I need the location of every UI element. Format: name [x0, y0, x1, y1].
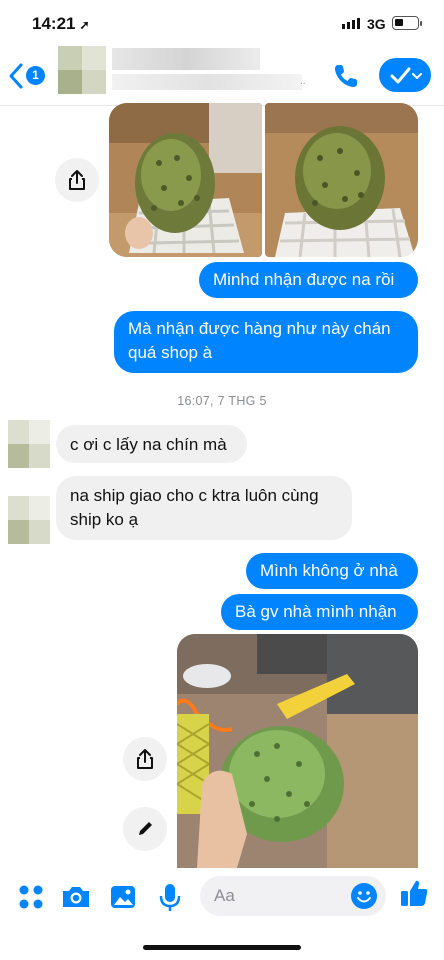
camera-button[interactable]	[59, 880, 93, 914]
share-icon	[137, 749, 153, 769]
contact-name-redacted[interactable]	[112, 48, 260, 70]
gallery-icon	[111, 886, 135, 908]
clock: 14:21 ➚	[32, 14, 90, 33]
message-composer: Aa	[0, 868, 444, 928]
back-chevron-icon	[9, 63, 23, 89]
battery-icon	[392, 16, 422, 30]
network-type: 3G	[367, 16, 386, 32]
thumbs-up-button[interactable]	[397, 876, 431, 910]
outgoing-message[interactable]: Minhd nhận được na rồi	[199, 262, 418, 298]
location-arrow-icon: ➚	[79, 18, 90, 32]
voice-button[interactable]	[153, 880, 187, 914]
outgoing-message[interactable]: Bà gv nhà mình nhận	[221, 594, 418, 630]
done-button[interactable]	[379, 58, 431, 92]
message-input[interactable]: Aa	[200, 876, 386, 916]
apps-button[interactable]	[14, 880, 48, 914]
sender-avatar	[8, 496, 50, 544]
conversation-header: 1 ..	[0, 46, 444, 106]
emoji-icon	[351, 883, 377, 909]
share-icon	[69, 170, 85, 190]
message-input-placeholder: Aa	[214, 886, 235, 905]
contact-avatar[interactable]	[58, 46, 106, 94]
phone-icon	[335, 65, 357, 87]
gallery-button[interactable]	[106, 880, 140, 914]
pencil-icon	[139, 822, 152, 835]
incoming-message[interactable]: c ơi c lấy na chín mà	[56, 425, 247, 463]
home-indicator	[143, 945, 301, 950]
status-bar: 14:21 ➚ 3G	[0, 0, 444, 46]
share-button[interactable]	[55, 158, 99, 202]
shared-photo[interactable]	[177, 634, 418, 868]
contact-status-redacted	[112, 74, 302, 90]
shared-photo-right[interactable]	[265, 103, 418, 257]
microphone-icon	[159, 884, 181, 911]
emoji-button[interactable]	[350, 882, 378, 910]
incoming-message[interactable]: na ship giao cho c ktra luôn cùng ship k…	[56, 476, 352, 540]
sender-avatar	[8, 420, 50, 468]
camera-icon	[63, 887, 89, 907]
apps-icon	[19, 885, 43, 909]
shared-photo-left[interactable]	[109, 103, 262, 257]
back-button[interactable]: 1	[8, 62, 48, 90]
share-button[interactable]	[123, 737, 167, 781]
thumbs-up-icon	[401, 880, 428, 906]
signal-icon	[342, 18, 360, 29]
outgoing-message[interactable]: Mà nhận được hàng như này chán quá shop …	[114, 311, 418, 373]
edit-button[interactable]	[123, 807, 167, 851]
voice-call-button[interactable]	[330, 60, 362, 92]
status-dots: ..	[300, 76, 306, 87]
message-timestamp: 16:07, 7 THG 5	[177, 394, 267, 408]
check-icon	[390, 67, 422, 84]
unread-badge: 1	[26, 66, 45, 85]
outgoing-message[interactable]: Mình không ở nhà	[246, 553, 418, 589]
